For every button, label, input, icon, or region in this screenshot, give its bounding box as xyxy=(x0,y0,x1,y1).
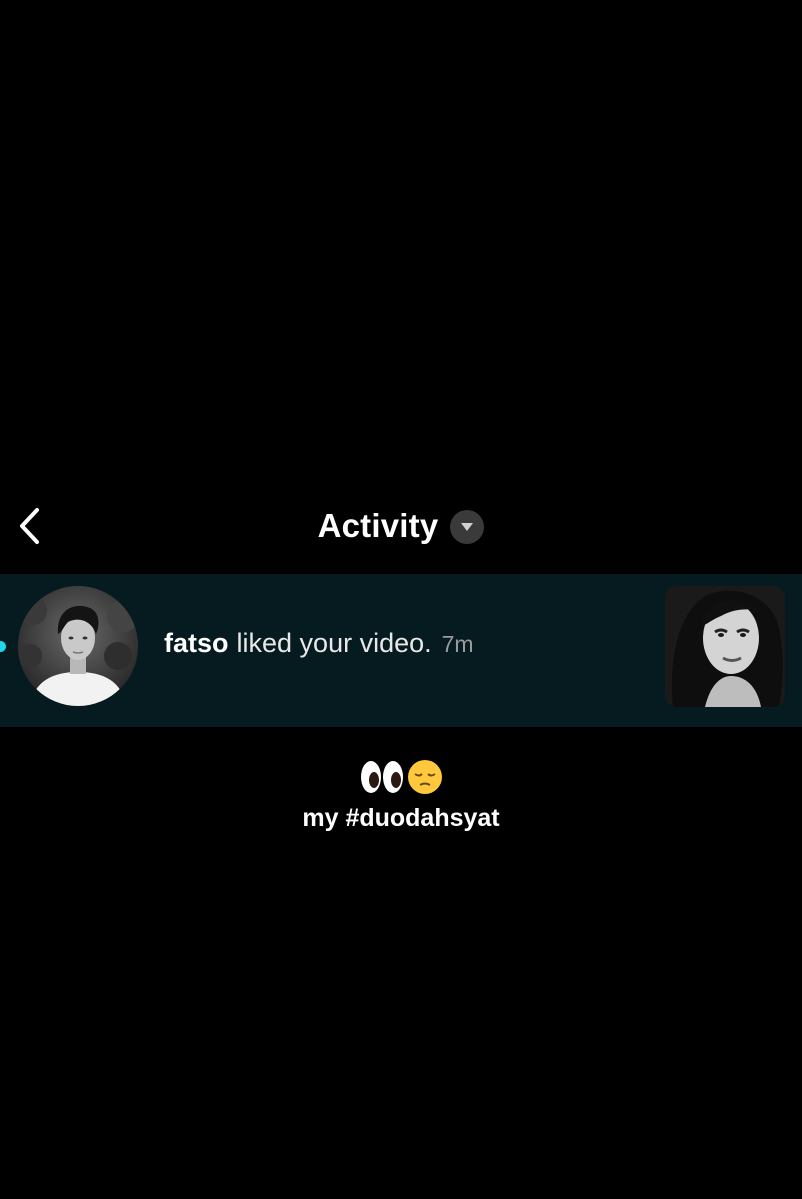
activity-header: Activity xyxy=(0,494,802,558)
avatar-photo xyxy=(18,586,138,706)
video-thumbnail-image xyxy=(665,586,785,707)
video-thumbnail[interactable] xyxy=(665,586,785,707)
activity-filter-dropdown[interactable] xyxy=(450,510,485,544)
notification-action: liked your video. xyxy=(236,628,432,658)
caption-emojis xyxy=(0,754,802,800)
pensive-face-emoji-icon xyxy=(408,760,442,794)
page-title: Activity xyxy=(317,507,439,544)
caret-down-icon xyxy=(461,523,474,531)
avatar[interactable] xyxy=(18,586,138,706)
title-group: Activity xyxy=(0,494,802,558)
video-caption: my #duodahsyat xyxy=(302,804,500,832)
notification-text: fatso liked your video. 7m xyxy=(164,628,474,668)
eyes-emoji-icon xyxy=(361,761,403,793)
username-link[interactable]: fatso xyxy=(164,628,229,659)
notification-time: 7m xyxy=(441,631,474,657)
